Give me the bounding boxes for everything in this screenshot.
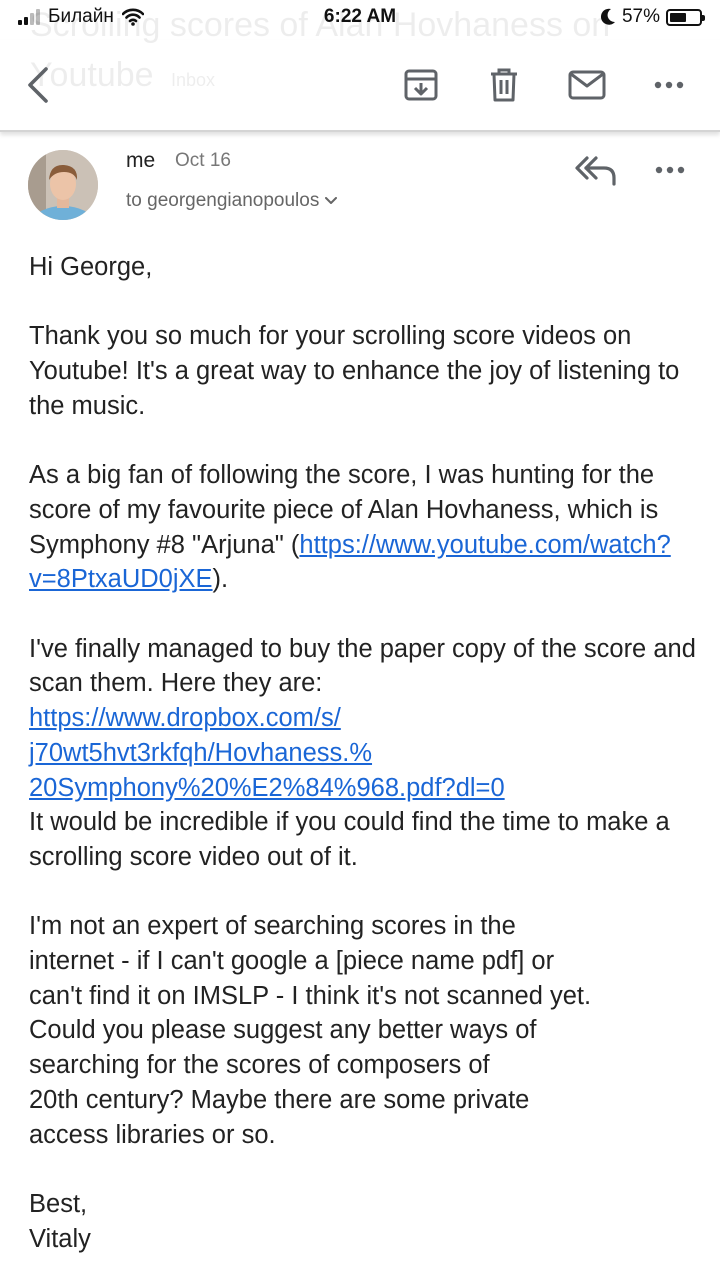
greeting: Hi George, — [29, 253, 153, 281]
status-bar: Билайн 6:22 AM 57% — [0, 0, 720, 36]
status-right: 57% — [600, 6, 705, 28]
mark-unread-button[interactable] — [564, 62, 610, 108]
message-date: Oct 16 — [175, 150, 231, 171]
more-options-button[interactable] — [646, 62, 692, 108]
battery-percent: 57% — [621, 6, 660, 27]
more-horizontal-icon — [655, 166, 685, 174]
delete-button[interactable] — [481, 62, 527, 108]
trash-icon — [491, 68, 517, 102]
archive-button[interactable] — [398, 62, 444, 108]
recipient-details-toggle[interactable]: to georgengianopoulos — [126, 190, 338, 212]
message-toolbar — [0, 40, 720, 132]
battery-fill — [670, 12, 686, 22]
signature: Vitaly — [29, 1224, 91, 1253]
dropbox-link[interactable]: https://www.dropbox.com/s/j70wt5hvt3rkfq… — [29, 704, 505, 801]
message-body: Hi George, Thank you so much for your sc… — [29, 250, 699, 1256]
avatar-photo — [28, 150, 98, 220]
reply-all-icon — [575, 156, 616, 186]
sender-avatar[interactable] — [28, 150, 98, 220]
archive-icon — [404, 69, 438, 101]
paragraph-hunting: As a big fan of following the score, I w… — [29, 461, 671, 594]
paragraph-scan-request: It would be incredible if you could find… — [29, 808, 670, 871]
do-not-disturb-moon-icon — [600, 8, 615, 25]
chevron-left-icon — [28, 67, 48, 103]
reply-all-button[interactable] — [574, 152, 618, 188]
battery-icon — [666, 8, 705, 26]
paragraph-thanks: Thank you so much for your scrolling sco… — [29, 322, 680, 420]
sender-name: me — [126, 149, 156, 172]
more-horizontal-icon — [654, 81, 684, 89]
back-button[interactable] — [16, 62, 62, 108]
closing: Best, — [29, 1189, 88, 1218]
paragraph-scan-text: I've finally managed to buy the paper co… — [29, 634, 696, 698]
chevron-down-icon — [325, 197, 338, 204]
recipient-text: to georgengianopoulos — [126, 190, 320, 211]
paragraph-searching: I'm not an expert of searching scores in… — [29, 912, 592, 1149]
message-more-button[interactable] — [650, 152, 690, 188]
mail-icon — [568, 70, 606, 100]
paragraph-scan: I've finally managed to buy the paper co… — [29, 632, 699, 875]
